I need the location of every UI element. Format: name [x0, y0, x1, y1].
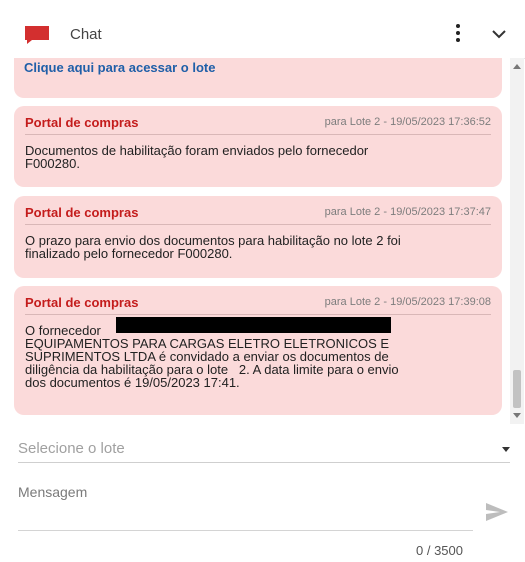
- chat-bubble-icon: [25, 26, 49, 44]
- message-bubble: Portal de compras para Lote 2 - 19/05/20…: [14, 286, 502, 415]
- message-bubble: Portal de compras para Lote 2 - 19/05/20…: [14, 106, 502, 187]
- chat-header: Chat: [0, 0, 525, 59]
- message-header: Portal de compras para Lote 2 - 19/05/20…: [25, 114, 491, 135]
- chat-title: Chat: [70, 26, 102, 43]
- caret-down-icon: [502, 447, 510, 452]
- message-bubble: Portal de compras para Lote 2 - 19/05/20…: [14, 196, 502, 278]
- message-list[interactable]: Clique aqui para acessar o lote Portal d…: [0, 58, 510, 424]
- message-header: Portal de compras para Lote 2 - 19/05/20…: [25, 294, 491, 315]
- message-sender: Portal de compras: [25, 205, 139, 220]
- message-bubble-partial: Clique aqui para acessar o lote: [14, 58, 502, 98]
- message-text: Documentos de habilitação foram enviados…: [25, 143, 369, 171]
- message-meta: para Lote 2 - 19/05/2023 17:36:52: [324, 116, 491, 128]
- message-input[interactable]: [18, 484, 473, 531]
- scrollbar[interactable]: [510, 58, 524, 424]
- scroll-thumb[interactable]: [513, 370, 521, 408]
- message-sender: Portal de compras: [25, 115, 139, 130]
- message-meta: para Lote 2 - 19/05/2023 17:37:47: [324, 206, 491, 218]
- access-lote-link[interactable]: Clique aqui para acessar o lote: [24, 60, 215, 75]
- lote-select-placeholder: Selecione o lote: [18, 440, 125, 457]
- send-icon[interactable]: [483, 497, 511, 527]
- character-counter: 0 / 3500: [416, 543, 463, 558]
- message-header: Portal de compras para Lote 2 - 19/05/20…: [25, 204, 491, 225]
- more-options-icon[interactable]: [452, 24, 464, 46]
- lote-select[interactable]: Selecione o lote: [18, 434, 510, 463]
- chevron-down-icon[interactable]: [490, 26, 508, 42]
- scroll-up-icon[interactable]: [513, 64, 521, 69]
- message-meta: para Lote 2 - 19/05/2023 17:39:08: [324, 296, 491, 308]
- message-text: O prazo para envio dos documentos para h…: [25, 233, 401, 261]
- message-sender: Portal de compras: [25, 295, 139, 310]
- redaction-bar: [116, 317, 391, 333]
- scroll-down-icon[interactable]: [513, 413, 521, 418]
